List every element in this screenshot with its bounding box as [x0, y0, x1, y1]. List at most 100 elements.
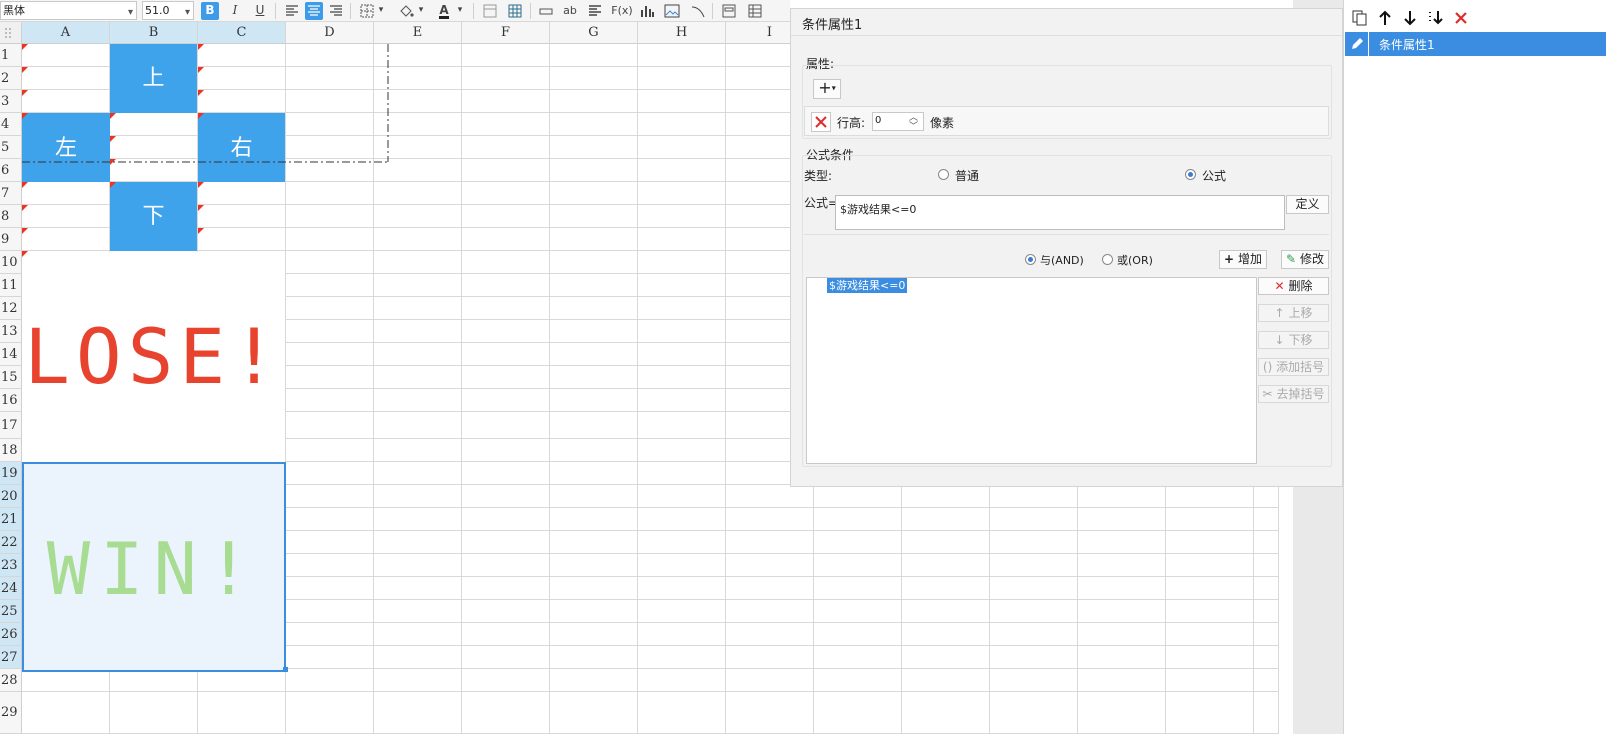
underline-button[interactable]: U: [251, 2, 269, 20]
type-label: 类型:: [804, 169, 833, 183]
arrow-up-icon[interactable]: [1378, 10, 1392, 26]
row-header[interactable]: 16: [0, 389, 22, 412]
row-header[interactable]: 14: [0, 343, 22, 366]
row-header[interactable]: 24: [0, 577, 22, 600]
row-header[interactable]: 12: [0, 297, 22, 320]
or-label: 或(OR): [1117, 254, 1153, 267]
chevron-down-icon[interactable]: ▾: [376, 2, 386, 20]
arrow-up-icon: ↑: [1274, 306, 1285, 320]
grid-vline: [549, 44, 550, 734]
row-header[interactable]: 28: [0, 669, 22, 692]
add-bracket-button[interactable]: () 添加括号: [1258, 358, 1329, 376]
image-icon[interactable]: [663, 2, 681, 20]
grid-hline: [22, 691, 1279, 692]
formula-input[interactable]: $游戏结果<=0: [835, 195, 1285, 230]
comment-marker-icon: [198, 182, 204, 188]
cell-down[interactable]: 下: [110, 182, 197, 251]
row-header[interactable]: 9: [0, 228, 22, 251]
type-normal-radio[interactable]: [938, 169, 949, 180]
remove-bracket-icon: ✂: [1262, 387, 1273, 401]
text-color-icon[interactable]: A: [435, 2, 453, 20]
row-header[interactable]: 10: [0, 251, 22, 274]
cell-style-icon[interactable]: [481, 2, 499, 20]
merge-cell-icon[interactable]: [537, 2, 555, 20]
text-align-icon[interactable]: [586, 2, 604, 20]
row-header[interactable]: 26: [0, 623, 22, 646]
column-header[interactable]: H: [638, 22, 726, 44]
modify-condition-button[interactable]: ✎ 修改: [1281, 250, 1329, 269]
formula-value: $游戏结果<=0: [840, 203, 917, 216]
row-header[interactable]: 23: [0, 554, 22, 577]
row-header[interactable]: 7: [0, 182, 22, 205]
define-button[interactable]: 定义: [1286, 195, 1329, 214]
move-bottom-icon[interactable]: [1427, 10, 1445, 26]
add-condition-button[interactable]: + 增加: [1219, 250, 1267, 269]
close-red-icon[interactable]: [1454, 11, 1468, 25]
move-up-button[interactable]: ↑ 上移: [1258, 304, 1329, 322]
row-header[interactable]: 27: [0, 646, 22, 669]
chevron-down-icon: ▾: [127, 7, 133, 18]
table-icon[interactable]: [506, 2, 524, 20]
remove-bracket-button[interactable]: ✂ 去掉括号: [1258, 385, 1329, 403]
row-header[interactable]: 11: [0, 274, 22, 297]
plus-icon: +: [1224, 252, 1235, 266]
border-icon[interactable]: [358, 2, 376, 20]
chevron-down-icon[interactable]: ▾: [455, 2, 465, 20]
or-radio[interactable]: [1102, 254, 1113, 265]
align-center-icon[interactable]: [305, 2, 323, 20]
close-red-icon: ✕: [1274, 279, 1285, 293]
font-name-select[interactable]: 黑体 ▾: [0, 1, 137, 20]
row-header[interactable]: 18: [0, 439, 22, 462]
spin-down-icon[interactable]: ﹀: [909, 119, 918, 132]
condition-item-selected[interactable]: 条件属性1: [1345, 32, 1606, 56]
row-height-attribute-row: 行高: 0 ︿ ﹀ 像素: [804, 106, 1329, 136]
chart-icon[interactable]: [638, 2, 656, 20]
remove-attribute-button[interactable]: [811, 112, 831, 132]
row-header[interactable]: 13: [0, 320, 22, 343]
formula-button[interactable]: F(x): [611, 2, 633, 20]
condition-attribute-dialog: 条件属性1 属性: +▾ 行高: 0 ︿ ﹀ 像素 公式条件 类型: 普通 公式…: [790, 8, 1343, 487]
add-attribute-button[interactable]: +▾: [813, 79, 841, 99]
slash-diagonal-icon[interactable]: [689, 2, 707, 20]
move-down-button[interactable]: ↓ 下移: [1258, 331, 1329, 349]
copy-icon[interactable]: [1352, 10, 1368, 26]
comment-marker-icon: [198, 205, 204, 211]
arrow-down-icon[interactable]: [1403, 10, 1417, 26]
row-header[interactable]: 29: [0, 692, 22, 734]
delete-condition-button[interactable]: ✕ 删除: [1258, 277, 1329, 295]
type-formula-radio[interactable]: [1185, 169, 1196, 180]
italic-button[interactable]: I: [226, 2, 244, 20]
row-header[interactable]: 19: [0, 462, 22, 485]
chevron-down-icon[interactable]: ▾: [416, 2, 426, 20]
row-header[interactable]: 20: [0, 485, 22, 508]
condition-list[interactable]: $游戏结果<=0: [806, 277, 1257, 464]
form-icon[interactable]: [720, 2, 738, 20]
and-radio[interactable]: [1025, 254, 1036, 265]
fill-color-icon[interactable]: [397, 2, 415, 20]
row-height-value: 0: [875, 115, 882, 126]
row-header[interactable]: 8: [0, 205, 22, 228]
condition-list-panel: 条件属性1: [1343, 0, 1606, 734]
row-height-spinner[interactable]: 0 ︿ ﹀: [872, 112, 924, 132]
divider: [804, 234, 1329, 235]
row-header[interactable]: 21: [0, 508, 22, 531]
font-size-select[interactable]: 51.0 ▾: [142, 1, 194, 20]
move-down-label: 下移: [1288, 333, 1313, 347]
bold-button[interactable]: B: [201, 2, 219, 20]
row-header[interactable]: 22: [0, 531, 22, 554]
condition-list-item[interactable]: $游戏结果<=0: [827, 278, 908, 293]
fill-handle[interactable]: [283, 667, 288, 672]
align-left-icon[interactable]: [283, 2, 301, 20]
row-header[interactable]: 17: [0, 412, 22, 439]
list-icon[interactable]: [746, 2, 764, 20]
toolbar-divider: [712, 3, 713, 19]
wrap-text-button[interactable]: ab: [561, 2, 579, 20]
type-normal-label: 普通: [955, 169, 980, 183]
row-header[interactable]: 25: [0, 600, 22, 623]
column-header[interactable]: F: [462, 22, 550, 44]
comment-marker-icon: [22, 182, 28, 188]
align-right-icon[interactable]: [327, 2, 345, 20]
column-header[interactable]: G: [550, 22, 638, 44]
row-header[interactable]: 15: [0, 366, 22, 389]
arrow-down-icon: ↓: [1274, 333, 1285, 347]
